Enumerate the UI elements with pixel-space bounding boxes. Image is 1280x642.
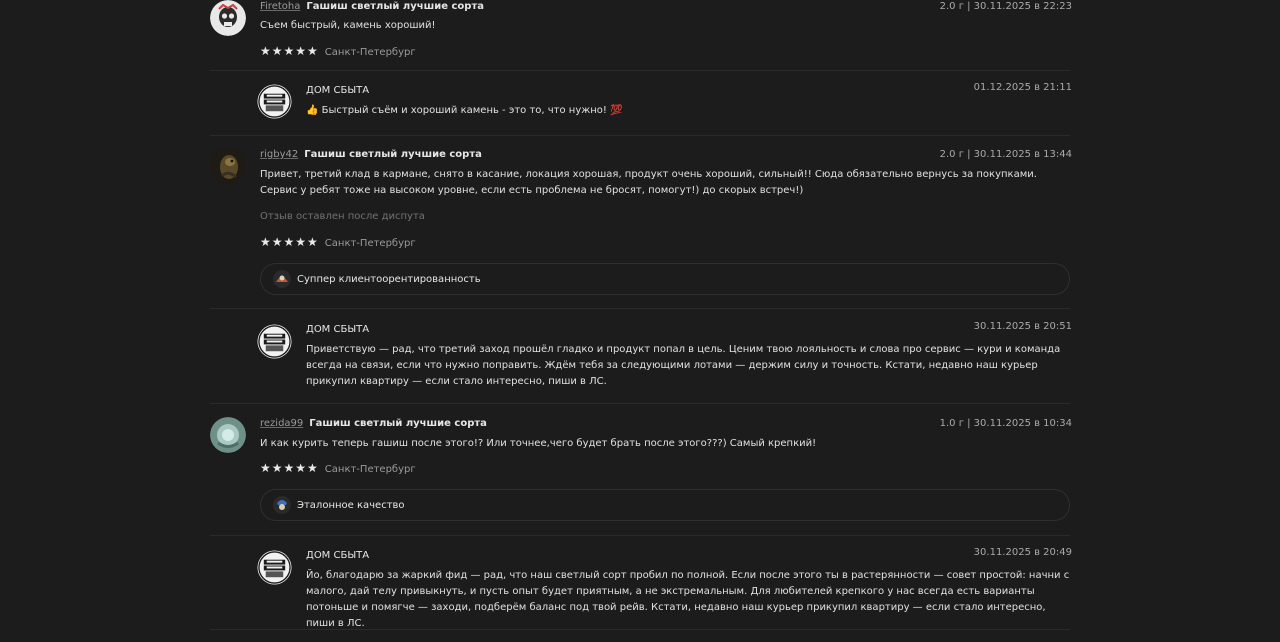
divider [210,403,1070,404]
badge-label: Суппер клиентоорентированность [297,273,481,285]
quality-badge-icon [273,496,291,514]
star-rating: ★★★★★ [260,235,319,249]
product-name[interactable]: Гашиш светлый лучшие сорта [304,149,482,160]
review-text: Съем быстрый, камень хороший! [260,20,436,31]
review-badge: Эталонное качество [260,489,1070,521]
divider [210,629,1070,630]
dom-sbyta-logo-icon [257,84,292,119]
shop-name: ДОМ СБЫТА [306,85,370,96]
divider [210,135,1070,136]
city-label: Санкт-Петербург [324,464,416,475]
divider [210,308,1070,309]
reply-date: 30.11.2025 в 20:49 [973,547,1072,558]
divider [210,535,1070,536]
shop-name: ДОМ СБЫТА [306,550,370,561]
divider [210,70,1070,71]
review-badge: Суппер клиентоорентированность [260,263,1070,295]
teal-avatar-icon[interactable] [210,417,246,453]
reply-date: 01.12.2025 в 21:11 [973,82,1072,93]
review-header: rezida99 Гашиш светлый лучшие сорта [260,417,487,431]
dark-creature-avatar-icon[interactable] [210,148,246,184]
username-link[interactable]: rigby42 [260,149,298,160]
product-name[interactable]: Гашиш светлый лучшие сорта [306,1,484,12]
dom-sbyta-logo-icon [257,324,292,359]
review-meta: 1.0 г | 30.11.2025 в 10:34 [939,418,1072,429]
reply-text: Приветствую — рад, что третий заход прош… [306,344,1061,387]
star-rating: ★★★★★ [260,44,319,58]
review-header: Firetoha Гашиш светлый лучшие сорта [260,0,484,14]
review-text: Привет, третий клад в кармане, снято в к… [260,169,1037,196]
reviews-feed: Firetoha Гашиш светлый лучшие сорта 2.0 г… [0,0,1280,642]
service-badge-icon [273,270,291,288]
rating-row: ★★★★★ Санкт-Петербург [260,461,416,475]
username-link[interactable]: Firetoha [260,1,300,12]
reply-text: 👍 Быстрый съём и хороший камень - это то… [306,105,623,116]
skull-avatar-icon[interactable] [210,0,246,36]
dispute-note: Отзыв оставлен после диспута [260,211,425,222]
review-text: И как курить теперь гашиш после этого!? … [260,438,817,449]
rating-row: ★★★★★ Санкт-Петербург [260,44,416,58]
review-header: rigby42 Гашиш светлый лучшие сорта [260,148,482,162]
rating-row: ★★★★★ Санкт-Петербург [260,235,416,249]
city-label: Санкт-Петербург [324,47,416,58]
city-label: Санкт-Петербург [324,238,416,249]
product-name[interactable]: Гашиш светлый лучшие сорта [309,418,487,429]
review-meta: 2.0 г | 30.11.2025 в 22:23 [939,1,1072,12]
reply-text: Йо, благодарю за жаркий фид — рад, что н… [306,570,1070,629]
badge-label: Эталонное качество [297,499,405,511]
reply-date: 30.11.2025 в 20:51 [973,321,1072,332]
dom-sbyta-logo-icon [257,550,292,585]
username-link[interactable]: rezida99 [260,418,303,429]
shop-name: ДОМ СБЫТА [306,324,370,335]
review-meta: 2.0 г | 30.11.2025 в 13:44 [939,149,1072,160]
star-rating: ★★★★★ [260,461,319,475]
